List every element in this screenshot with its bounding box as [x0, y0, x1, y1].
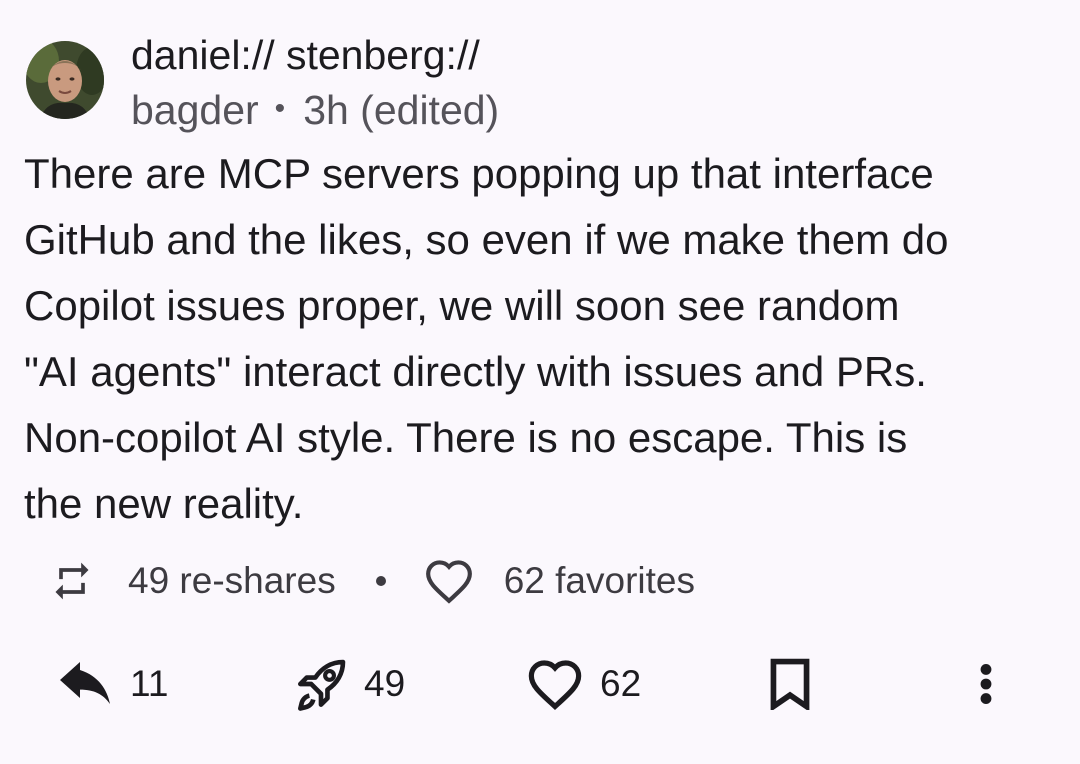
- post-meta: bagder • 3h (edited): [131, 84, 499, 135]
- post-text-line: There are MCP servers popping up that in…: [24, 150, 934, 197]
- favorite-count: 62: [600, 663, 642, 704]
- action-bar: 11 49 62: [0, 646, 1080, 722]
- rocket-icon: [290, 653, 352, 715]
- post-text-line: Non-copilot AI style. There is no escape…: [24, 414, 908, 461]
- post-text-line: GitHub and the likes, so even if we make…: [24, 216, 949, 263]
- post-text-line: Copilot issues proper, we will soon see …: [24, 282, 900, 329]
- reply-button[interactable]: 11: [58, 646, 168, 722]
- post-card: daniel:// stenberg:// bagder • 3h (edited)…: [0, 0, 1080, 764]
- heart-icon: [424, 558, 474, 604]
- reshare-icon: [50, 559, 94, 603]
- bookmark-icon: [768, 658, 812, 710]
- boost-button[interactable]: 49: [290, 646, 405, 722]
- bookmark-button[interactable]: [768, 646, 812, 722]
- boost-count: 49: [364, 663, 406, 704]
- favorite-button[interactable]: 62: [526, 646, 641, 722]
- avatar[interactable]: [26, 41, 104, 119]
- meta-separator: •: [274, 92, 286, 125]
- reply-count: 11: [130, 663, 169, 704]
- post-text-line: the new reality.: [24, 480, 304, 527]
- post-text-line: "AI agents" interact directly with issue…: [24, 348, 927, 395]
- more-vertical-icon: [966, 659, 1006, 709]
- reply-icon: [58, 662, 114, 706]
- stats-separator: [375, 576, 386, 586]
- more-options-button[interactable]: [966, 646, 1006, 722]
- heart-icon: [526, 658, 584, 710]
- post-timestamp[interactable]: 3h (edited): [303, 87, 499, 133]
- post-stats: 49 re-shares 62 favorites: [50, 553, 695, 609]
- post-content: There are MCP servers popping up that in…: [24, 141, 1069, 537]
- reshares-count-link[interactable]: 49 re-shares: [128, 560, 336, 602]
- favorites-count-link[interactable]: 62 favorites: [504, 560, 695, 602]
- author-handle[interactable]: bagder: [131, 87, 259, 133]
- author-display-name[interactable]: daniel:// stenberg://: [131, 30, 480, 80]
